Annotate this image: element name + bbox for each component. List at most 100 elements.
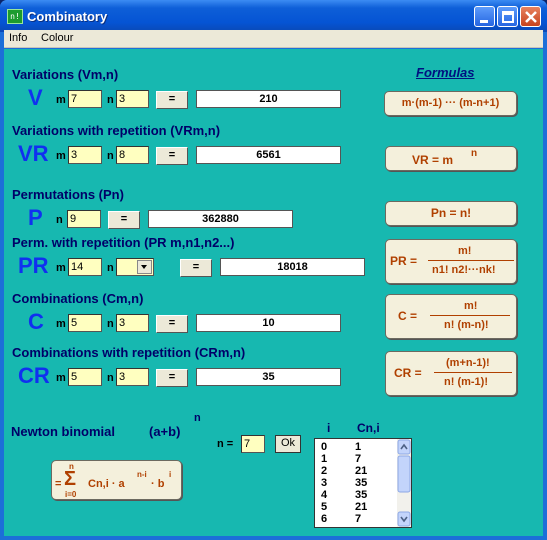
variations-n-label: n xyxy=(107,94,114,106)
menu-bar: Info Colour xyxy=(4,30,543,48)
variations-rep-calc-button[interactable]: = xyxy=(156,147,188,165)
newton-n-label: n = xyxy=(217,438,234,450)
perm-rep-label: Perm. with repetition (PR m,n1,n2...) xyxy=(12,235,235,250)
combinations-formula-num: m! xyxy=(464,300,478,312)
perm-rep-n-select[interactable] xyxy=(116,258,154,276)
sum-bottom: i=0 xyxy=(65,490,77,499)
column-cn-header: Cn,i xyxy=(357,421,380,435)
variations-rep-formula-base: VR = m xyxy=(412,153,454,167)
perm-rep-m-label: m xyxy=(56,262,66,274)
variations-m-label: m xyxy=(56,94,66,106)
list-scrollbar[interactable] xyxy=(397,439,411,527)
newton-label: Newton binomial xyxy=(11,424,115,439)
list-item[interactable]: 01 xyxy=(321,441,361,453)
variations-result: 210 xyxy=(196,90,341,108)
sum-exp1: n-i xyxy=(137,470,147,479)
newton-exp: n xyxy=(194,412,201,424)
variations-rep-n-label: n xyxy=(107,150,114,162)
title-bar[interactable]: n! Combinatory xyxy=(0,0,547,32)
newton-formula[interactable]: = n Σ i=0 Cn,i · a n-i · b i xyxy=(51,460,182,500)
maximize-button[interactable] xyxy=(497,6,518,27)
sum-eq: = xyxy=(55,478,62,490)
list-item[interactable]: 17 xyxy=(321,453,361,465)
combinations-rep-calc-button[interactable]: = xyxy=(156,369,188,387)
variations-rep-m-input[interactable]: 3 xyxy=(68,146,102,164)
permutations-n-label: n xyxy=(56,214,63,226)
combinations-n-input[interactable]: 3 xyxy=(116,314,149,332)
maximize-icon xyxy=(502,11,514,23)
list-item[interactable]: 2 21 xyxy=(321,465,367,477)
formulas-heading: Formulas xyxy=(416,65,475,80)
variations-m-input[interactable]: 7 xyxy=(68,90,102,108)
sum-exp2: i xyxy=(169,470,172,479)
newton-expr: (a+b) xyxy=(149,424,181,439)
combinations-formula-den: n! (m-n)! xyxy=(444,319,489,331)
app-icon: n! xyxy=(7,9,23,24)
combinations-rep-formula[interactable]: CR = (m+n-1)! n! (m-1)! xyxy=(385,351,517,396)
perm-rep-formula-lhs: PR = xyxy=(390,254,418,268)
perm-rep-formula[interactable]: PR = m! n1! n2!···nk! xyxy=(385,239,517,284)
variations-formula[interactable]: m·(m-1) ··· (m-n+1) xyxy=(384,91,517,116)
combinations-m-input[interactable]: 5 xyxy=(68,314,102,332)
permutations-result: 362880 xyxy=(148,210,293,228)
permutations-label: Permutations (Pn) xyxy=(12,187,124,202)
combinations-formula-lhs: C = xyxy=(398,309,418,323)
menu-info[interactable]: Info xyxy=(9,32,27,44)
variations-rep-formula-exp: n xyxy=(471,148,478,159)
combinations-symbol: C xyxy=(28,309,44,334)
menu-colour[interactable]: Colour xyxy=(41,32,73,44)
coefficients-list[interactable]: 01 17 2 21 3 35 4 35 5 21 67 xyxy=(314,438,412,528)
list-item[interactable]: 67 xyxy=(321,513,361,525)
newton-n-input[interactable]: 7 xyxy=(241,435,265,453)
scrollbar-graphic xyxy=(397,439,411,527)
fraction-bar xyxy=(434,372,512,373)
combinations-m-label: m xyxy=(56,318,66,330)
permutations-calc-button[interactable]: = xyxy=(108,211,140,229)
permutations-n-input[interactable]: 9 xyxy=(67,210,101,228)
combinations-rep-result: 35 xyxy=(196,368,341,386)
perm-rep-result: 18018 xyxy=(220,258,365,276)
permutations-symbol: P xyxy=(28,205,43,230)
close-icon xyxy=(525,11,537,23)
combinations-rep-formula-num: (m+n-1)! xyxy=(446,357,490,369)
variations-rep-label: Variations with repetition (VRm,n) xyxy=(12,123,221,138)
variations-rep-result: 6561 xyxy=(196,146,341,164)
combinations-rep-m-input[interactable]: 5 xyxy=(68,368,102,386)
perm-rep-formula-num: m! xyxy=(458,245,472,257)
column-i-header: i xyxy=(327,421,331,435)
fraction-bar xyxy=(430,315,510,316)
app-window: n! Combinatory Info Colour Formulas Vari… xyxy=(0,0,547,540)
permutations-formula[interactable]: Pn = n! xyxy=(385,201,517,226)
combinations-rep-n-label: n xyxy=(107,372,114,384)
variations-rep-m-label: m xyxy=(56,150,66,162)
main-panel: Formulas Variations (Vm,n) V m 7 n 3 = 2… xyxy=(4,49,543,536)
combinations-rep-symbol: CR xyxy=(18,363,50,388)
variations-calc-button[interactable]: = xyxy=(156,91,188,109)
minimize-icon xyxy=(480,20,488,23)
close-button[interactable] xyxy=(520,6,541,27)
combinations-result: 10 xyxy=(196,314,341,332)
combinations-n-label: n xyxy=(107,318,114,330)
ok-button[interactable]: Ok xyxy=(275,435,301,453)
chevron-down-icon[interactable] xyxy=(137,260,152,274)
combinations-formula[interactable]: C = m! n! (m-n)! xyxy=(385,294,517,339)
list-item[interactable]: 4 35 xyxy=(321,489,367,501)
list-item[interactable]: 5 21 xyxy=(321,501,367,513)
minimize-button[interactable] xyxy=(474,6,495,27)
variations-n-input[interactable]: 3 xyxy=(116,90,149,108)
fraction-bar xyxy=(428,260,514,261)
combinations-rep-n-input[interactable]: 3 xyxy=(116,368,149,386)
perm-rep-m-input[interactable]: 14 xyxy=(68,258,102,276)
perm-rep-n-label: n xyxy=(107,262,114,274)
combinations-rep-formula-lhs: CR = xyxy=(394,366,422,380)
variations-rep-formula[interactable]: VR = m n xyxy=(385,146,517,171)
perm-rep-symbol: PR xyxy=(18,253,49,278)
variations-rep-n-input[interactable]: 8 xyxy=(116,146,149,164)
perm-rep-calc-button[interactable]: = xyxy=(180,259,212,277)
combinations-rep-m-label: m xyxy=(56,372,66,384)
combinations-calc-button[interactable]: = xyxy=(156,315,188,333)
sum-mid: · b xyxy=(151,478,165,490)
combinations-label: Combinations (Cm,n) xyxy=(12,291,144,306)
list-item[interactable]: 3 35 xyxy=(321,477,367,489)
combinations-rep-label: Combinations with repetition (CRm,n) xyxy=(12,345,246,360)
